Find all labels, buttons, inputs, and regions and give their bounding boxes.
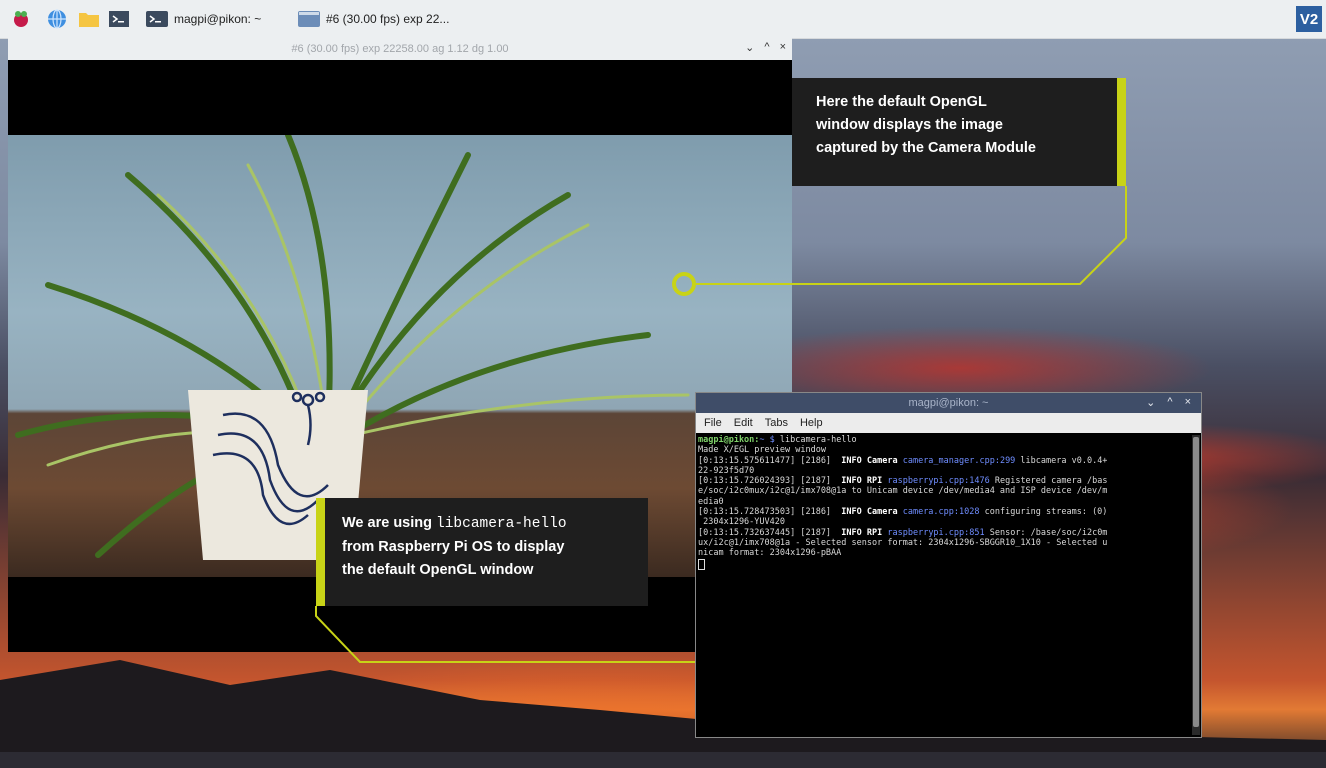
- window-controls: ⌄ ^ ×: [1146, 396, 1191, 409]
- prompt-user: magpi@pikon:: [698, 435, 760, 445]
- log-category: Camera: [866, 455, 903, 466]
- callout-line: We are using libcamera-hello: [342, 512, 567, 536]
- web-browser-icon[interactable]: [46, 9, 68, 29]
- log-line: [0:13:15.726024393] [2187] INFO RPI rasp…: [698, 476, 1107, 507]
- command-text: libcamera-hello: [779, 435, 857, 445]
- terminal-window: magpi@pikon: ~ ⌄ ^ × File Edit Tabs Help…: [695, 392, 1202, 738]
- log-continuation: edia0: [698, 496, 724, 507]
- log-message: libcamera v0.0.4+: [1015, 455, 1108, 466]
- callout-line: from Raspberry Pi OS to display: [342, 539, 565, 555]
- log-line: [0:13:15.728473503] [2186] INFO Camera c…: [698, 507, 1107, 527]
- minimize-button[interactable]: ⌄: [1146, 396, 1155, 409]
- terminal-title: magpi@pikon: ~: [908, 397, 989, 409]
- log-message: Sensor: /base/soc/i2c0m: [984, 527, 1108, 538]
- callout-line: Here the default OpenGL: [816, 94, 987, 110]
- close-button[interactable]: ×: [1185, 396, 1191, 409]
- taskbar-item-preview[interactable]: #6 (30.00 fps) exp 22...: [298, 7, 449, 31]
- callout-text: We are using: [342, 515, 437, 531]
- log-continuation: 22-923f5d70: [698, 465, 755, 476]
- log-source: raspberrypi.cpp:1476: [887, 476, 990, 487]
- callout-opengl-window: Here the default OpenGL window displays …: [792, 78, 1126, 186]
- terminal-titlebar[interactable]: magpi@pikon: ~ ⌄ ^ ×: [696, 393, 1201, 413]
- taskbar-item-label: #6 (30.00 fps) exp 22...: [326, 12, 450, 26]
- log-category: RPI: [866, 476, 888, 487]
- minimize-button[interactable]: ⌄: [745, 41, 754, 54]
- log-source: camera_manager.cpp:299: [902, 455, 1016, 466]
- file-manager-icon[interactable]: [78, 9, 100, 29]
- callout-line: window displays the image: [816, 117, 1003, 133]
- command-name: libcamera-hello: [436, 516, 567, 532]
- menu-help[interactable]: Help: [800, 417, 823, 429]
- raspberry-menu-icon[interactable]: [10, 9, 32, 29]
- terminal-icon: [146, 11, 168, 27]
- log-source: raspberrypi.cpp:851: [887, 527, 985, 538]
- vnc-server-icon[interactable]: V2: [1296, 6, 1322, 32]
- preview-window-title: #6 (30.00 fps) exp 22258.00 ag 1.12 dg 1…: [291, 43, 509, 55]
- maximize-button[interactable]: ^: [764, 41, 769, 54]
- preview-window-icon: [298, 11, 320, 27]
- callout-accent-bar: [1117, 78, 1126, 186]
- menu-tabs[interactable]: Tabs: [765, 417, 788, 429]
- log-source: camera.cpp:1028: [902, 507, 980, 518]
- window-controls: ⌄ ^ ×: [745, 41, 786, 54]
- text-cursor: [698, 558, 705, 570]
- preview-window-titlebar[interactable]: #6 (30.00 fps) exp 22258.00 ag 1.12 dg 1…: [8, 38, 792, 60]
- log-line: [0:13:15.732637445] [2187] INFO RPI rasp…: [698, 528, 1107, 559]
- taskbar-item-label: magpi@pikon: ~: [174, 12, 262, 26]
- menu-edit[interactable]: Edit: [734, 417, 753, 429]
- log-timestamp: [0:13:15.728473503] [2186]: [698, 507, 832, 518]
- callout-accent-bar: [316, 498, 325, 606]
- terminal-launcher-icon[interactable]: [108, 9, 130, 29]
- log-continuation: 2304x1296-YUV420: [703, 517, 785, 528]
- log-level: INFO: [831, 476, 867, 487]
- log-continuation: nicam format: 2304x1296-pBAA: [698, 548, 842, 559]
- log-line: [0:13:15.575611477] [2186] INFO Camera c…: [698, 456, 1107, 476]
- terminal-output[interactable]: magpi@pikon:~ $ libcamera-hello Made X/E…: [698, 435, 1190, 735]
- log-message: configuring streams: (0): [979, 507, 1108, 518]
- callout-line: the default OpenGL window: [342, 562, 534, 578]
- top-taskbar: magpi@pikon: ~ #6 (30.00 fps) exp 22... …: [0, 0, 1326, 39]
- taskbar-item-terminal[interactable]: magpi@pikon: ~: [146, 7, 261, 31]
- terminal-scrollbar[interactable]: [1192, 435, 1200, 735]
- log-timestamp: [0:13:15.575611477] [2186]: [698, 455, 832, 466]
- output-line: Made X/EGL preview window: [698, 445, 826, 456]
- log-message: Registered camera /bas: [989, 476, 1108, 487]
- log-category: Camera: [866, 507, 903, 518]
- log-timestamp: [0:13:15.726024393] [2187]: [698, 476, 832, 487]
- maximize-button[interactable]: ^: [1167, 396, 1172, 409]
- log-timestamp: [0:13:15.732637445] [2187]: [698, 527, 832, 538]
- scrollbar-thumb[interactable]: [1193, 437, 1199, 727]
- menu-file[interactable]: File: [704, 417, 722, 429]
- log-level: INFO: [831, 527, 867, 538]
- prompt-dir: ~ $: [759, 435, 775, 445]
- log-continuation: e/soc/i2c0mux/i2c@1/imx708@1a to Unicam …: [698, 486, 1108, 497]
- log-level: INFO: [831, 455, 867, 466]
- log-continuation: ux/i2c@1/imx708@1a - Selected sensor for…: [698, 537, 1108, 548]
- callout-line: captured by the Camera Module: [816, 140, 1036, 156]
- close-button[interactable]: ×: [780, 41, 786, 54]
- terminal-menubar: File Edit Tabs Help: [696, 413, 1201, 433]
- callout-libcamera-hello: We are using libcamera-hello from Raspbe…: [316, 498, 648, 606]
- log-level: INFO: [831, 507, 867, 518]
- log-category: RPI: [866, 527, 888, 538]
